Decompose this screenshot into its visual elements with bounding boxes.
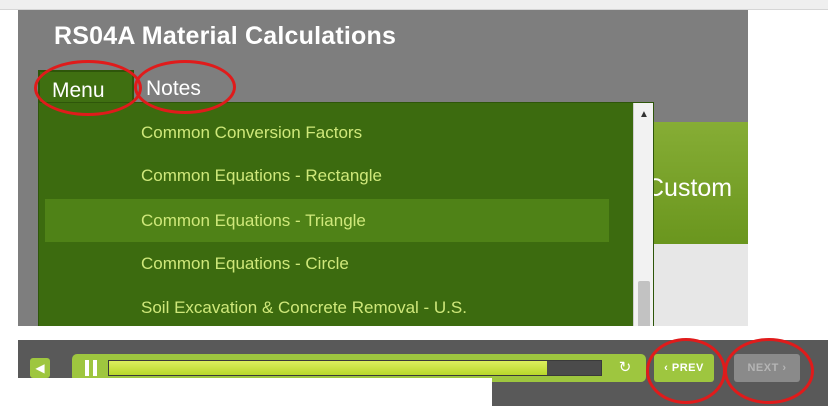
progress-track[interactable]: [108, 360, 602, 376]
pause-icon[interactable]: [84, 360, 98, 376]
next-label: NEXT: [747, 362, 779, 374]
progress-fill: [109, 361, 547, 375]
menu-item-conversion-factors[interactable]: Common Conversion Factors: [45, 111, 609, 154]
menu-item-equations-triangle[interactable]: Common Equations - Triangle: [45, 199, 609, 242]
chevron-right-icon: ›: [782, 362, 787, 374]
prev-button[interactable]: ‹ PREV: [654, 354, 714, 382]
slide-header-text: Custom: [646, 174, 733, 202]
menu-scrollbar[interactable]: ▲: [633, 103, 653, 326]
menu-item-equations-rectangle[interactable]: Common Equations - Rectangle: [45, 154, 609, 197]
page-title: RS04A Material Calculations: [54, 22, 397, 50]
menu-item-equations-circle[interactable]: Common Equations - Circle: [45, 242, 609, 285]
prev-label: PREV: [671, 362, 704, 374]
chevron-left-icon: ‹: [664, 362, 669, 374]
scroll-thumb[interactable]: [638, 281, 650, 326]
menu-dropdown: Common Conversion Factors Common Equatio…: [38, 102, 654, 326]
next-button[interactable]: NEXT ›: [734, 354, 800, 382]
top-border: [0, 0, 828, 10]
menu-item-soil-excavation[interactable]: Soil Excavation & Concrete Removal - U.S…: [45, 286, 609, 326]
lesson-panel: RS04A Material Calculations Menu Notes C…: [18, 10, 748, 326]
reload-icon[interactable]: ↻: [616, 359, 634, 377]
speaker-icon[interactable]: ◀: [30, 358, 50, 378]
below-player-strip: [18, 378, 492, 406]
scroll-up-arrow-icon[interactable]: ▲: [634, 105, 653, 125]
